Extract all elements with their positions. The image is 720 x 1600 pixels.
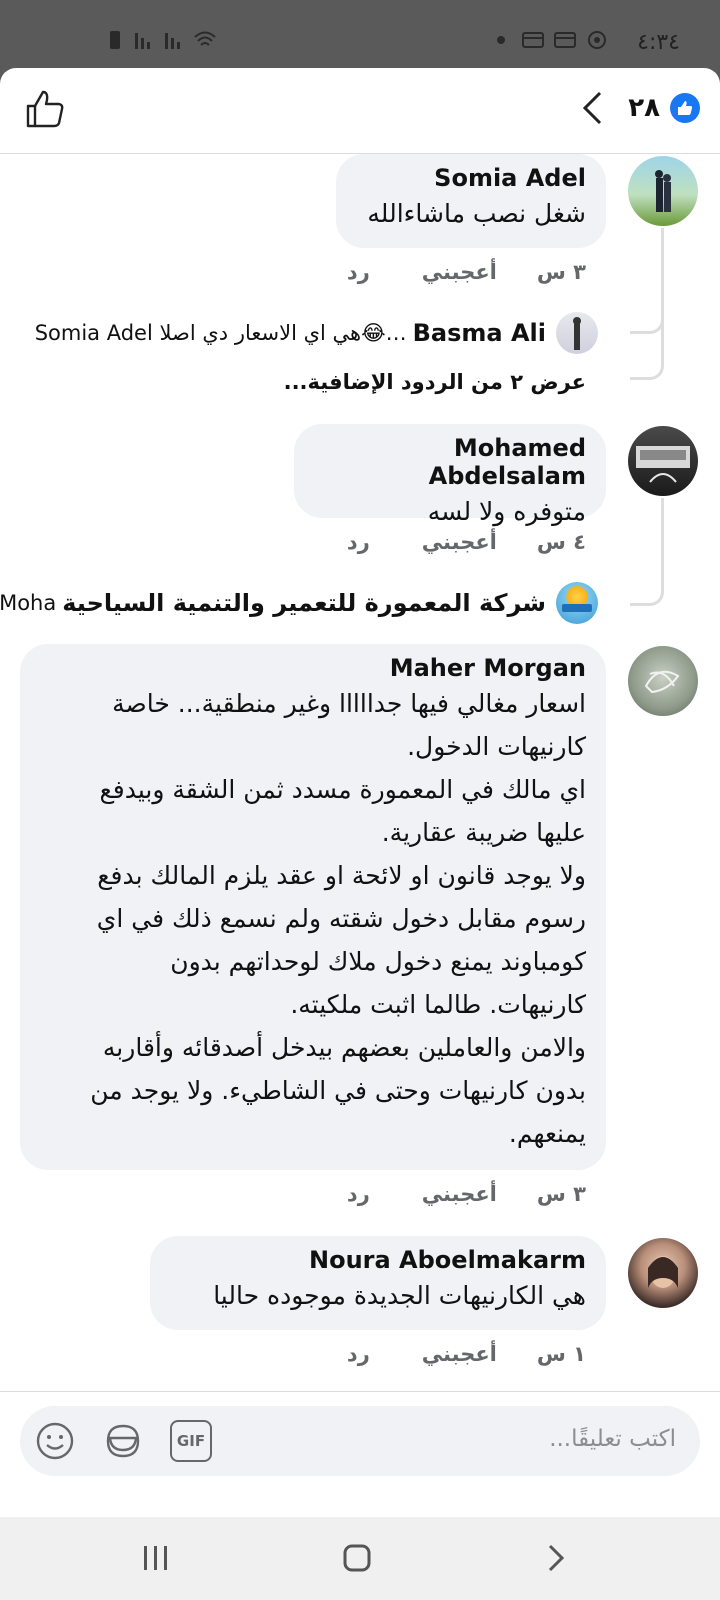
like-button[interactable]: أعجبني [422,1342,497,1366]
comment-time: ٣ س [536,260,586,284]
reply-author[interactable]: شركة المعمورة للتعمير والتنمية السياحية [62,589,546,617]
signal-icon-2 [165,33,180,49]
sheet-header: ٢٨ [0,68,720,154]
like-button[interactable]: أعجبني [422,1182,497,1206]
comment-text: اسعار مغالي فيها جدااااا وغير منطقية... … [90,689,586,1148]
comment-time: ١ س [536,1342,586,1366]
reply-text: Moha... [0,591,57,615]
comment-author[interactable]: Mohamed Abdelsalam [314,434,586,490]
whatsapp-icon [588,31,606,49]
comment-text: شغل نصب ماشاءالله [367,199,586,228]
like-reaction-icon [670,93,700,123]
comment-bubble[interactable]: Maher Morgan اسعار مغالي فيها جدااااا وغ… [20,644,606,1170]
view-more-replies-link[interactable]: عرض ٢ من الردود الإضافية... [284,370,586,394]
gallery-icon [522,32,544,48]
comment-bubble[interactable]: Mohamed Abdelsalam متوفره ولا لسه [294,424,606,526]
status-left-icons [104,30,216,50]
comment-author[interactable]: Maher Morgan [40,654,586,682]
reply-button[interactable]: رد [347,530,370,554]
calendar-icon [554,32,576,48]
status-time: ٤:٣٤ [637,30,680,55]
comment-time: ٣ س [536,1182,586,1206]
reply-preview[interactable]: Basma Ali …😂هي اي الاسعار دي اصلا Somia … [35,312,598,354]
reply-button[interactable]: رد [347,1182,370,1206]
comment-input-placeholder: اكتب تعليقًا... [549,1426,676,1452]
avatar[interactable] [556,582,598,624]
avatar[interactable] [556,312,598,354]
comment-bubble[interactable]: Noura Aboelmakarm هي الكارنيهات الجديدة … [150,1236,606,1330]
comment-text: متوفره ولا لسه [427,497,586,526]
reply-button[interactable]: رد [347,1342,370,1366]
sticker-icon[interactable] [102,1420,144,1462]
comment-actions: ٣ س أعجبني رد [347,260,586,284]
battery-icon [110,31,120,49]
home-icon[interactable] [342,1543,372,1573]
reply-preview[interactable]: شركة المعمورة للتعمير والتنمية السياحية … [0,582,598,624]
system-navigation-bar [0,1517,720,1600]
comment-bubble[interactable]: Somia Adel شغل نصب ماشاءالله [336,154,606,248]
comment-text: هي الكارنيهات الجديدة موجوده حاليا [213,1281,586,1310]
emoji-icon[interactable] [34,1420,76,1462]
thread-connector [630,292,664,334]
wifi-icon [194,31,216,46]
reply-button[interactable]: رد [347,260,370,284]
avatar[interactable] [628,646,698,716]
comment-actions: ٣ س أعجبني رد [347,1182,586,1206]
comment-actions: ١ س أعجبني رد [347,1342,586,1366]
status-right-icons [490,30,608,50]
reply-author[interactable]: Basma Ali [413,319,546,347]
like-button[interactable]: أعجبني [422,530,497,554]
comment-actions: ٤ س أعجبني رد [347,530,586,554]
avatar[interactable] [628,426,698,496]
back-icon[interactable] [546,1543,566,1573]
chevron-left-icon[interactable] [580,90,604,126]
comment-input[interactable]: GIF اكتب تعليقًا... [20,1406,700,1476]
avatar[interactable] [628,1238,698,1308]
signal-icon [135,33,150,49]
status-bar: ٤:٣٤ [0,0,720,70]
reaction-count: ٢٨ [628,93,660,123]
dot-icon [497,36,505,44]
comment-composer-bar: GIF اكتب تعليقًا... [0,1391,720,1485]
gif-icon[interactable]: GIF [170,1420,212,1462]
avatar[interactable] [628,156,698,226]
recent-apps-icon[interactable] [142,1543,170,1573]
thread-line [630,498,664,606]
thumbs-up-icon[interactable] [24,88,66,130]
like-button[interactable]: أعجبني [422,260,497,284]
comment-author[interactable]: Somia Adel [356,164,586,192]
gif-label: GIF [176,1432,206,1450]
reaction-summary[interactable]: ٢٨ [580,90,700,126]
comments-sheet: ٢٨ Somia Adel شغل نصب ماشاءالله ٣ س أعجب… [0,68,720,1600]
comment-author[interactable]: Noura Aboelmakarm [170,1246,586,1274]
reply-text: …😂هي اي الاسعار دي اصلا Somia Adel [34,321,407,345]
comment-time: ٤ س [536,530,586,554]
